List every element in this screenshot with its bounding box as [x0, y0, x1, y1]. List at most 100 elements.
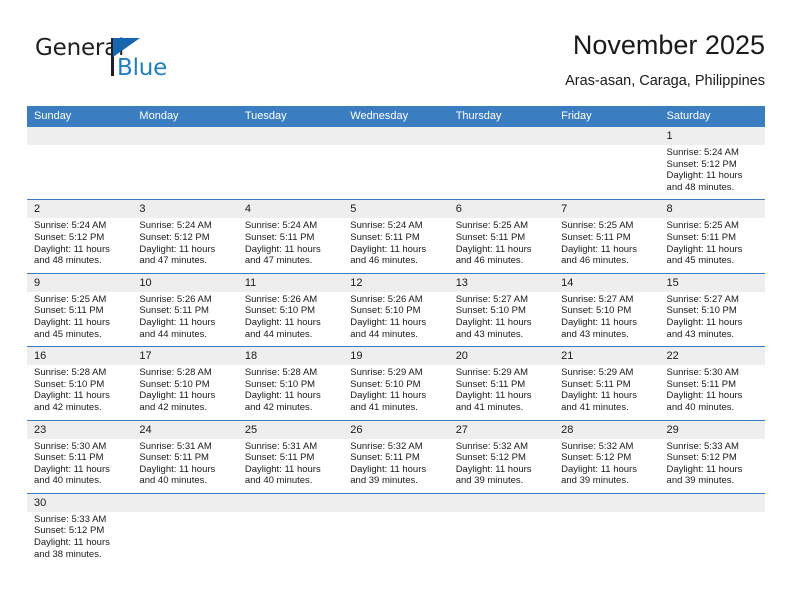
day-details: Sunrise: 5:27 AM Sunset: 5:10 PM Daylight:… [449, 292, 554, 346]
calendar-day-cell[interactable]: 11 Sunrise: 5:26 AM Sunset: 5:10 PM Dayligh… [237, 272, 344, 347]
day-number: 10 [132, 273, 238, 292]
day-details: Sunrise: 5:29 AM Sunset: 5:11 PM Daylight:… [554, 365, 659, 419]
calendar-day-cell[interactable]: 3 Sunrise: 5:24 AM Sunset: 5:12 PM Daylight… [132, 199, 238, 274]
sunset-text: Sunset: 5:11 PM [455, 378, 526, 390]
day-number [554, 127, 660, 145]
title-block: November 2025 Aras-asan, Caraga, Philipp… [565, 28, 765, 92]
calendar-day-cell[interactable]: 26 Sunrise: 5:32 AM Sunset: 5:11 PM Dayligh… [343, 419, 449, 494]
daylight-text-line2: and 43 minutes. [561, 328, 629, 340]
day-number: 28 [554, 420, 660, 439]
calendar-day-cell[interactable]: 13 Sunrise: 5:27 AM Sunset: 5:10 PM Dayligh… [448, 272, 555, 347]
daylight-text-line1: Daylight: 11 hours [139, 463, 216, 475]
calendar-day-cell[interactable]: 25 Sunrise: 5:31 AM Sunset: 5:11 PM Dayligh… [237, 419, 344, 494]
daylight-text-line1: Daylight: 11 hours [350, 243, 427, 255]
day-details [132, 145, 237, 195]
sunrise-text: Sunrise: 5:28 AM [34, 367, 107, 379]
calendar-day-cell[interactable]: 10 Sunrise: 5:26 AM Sunset: 5:11 PM Dayligh… [132, 272, 238, 347]
calendar-empty-cell [659, 492, 765, 572]
calendar-day-cell[interactable]: 29 Sunrise: 5:33 AM Sunset: 5:12 PM Dayligh… [659, 419, 765, 494]
sunset-text: Sunset: 5:11 PM [455, 231, 526, 243]
daylight-text-line2: and 40 minutes. [666, 401, 735, 413]
calendar-day-cell[interactable]: 28 Sunrise: 5:32 AM Sunset: 5:12 PM Dayligh… [554, 419, 660, 494]
day-number: 1 [659, 127, 765, 145]
calendar-day-cell[interactable]: 18 Sunrise: 5:28 AM Sunset: 5:10 PM Dayligh… [237, 346, 344, 420]
calendar-day-cell[interactable]: 8 Sunrise: 5:25 AM Sunset: 5:11 PM Daylight… [659, 199, 765, 274]
sunrise-text: Sunrise: 5:28 AM [139, 367, 212, 379]
day-number [27, 127, 133, 145]
calendar-day-cell[interactable]: 27 Sunrise: 5:32 AM Sunset: 5:12 PM Dayligh… [448, 419, 555, 494]
sunset-text: Sunset: 5:11 PM [350, 231, 420, 243]
daylight-text-line1: Daylight: 11 hours [561, 243, 637, 255]
sunset-text: Sunset: 5:11 PM [139, 452, 209, 464]
sunset-text: Sunset: 5:12 PM [666, 452, 737, 464]
calendar-day-cell[interactable]: 15 Sunrise: 5:27 AM Sunset: 5:10 PM Dayligh… [659, 272, 765, 347]
calendar-day-cell[interactable]: 2 Sunrise: 5:24 AM Sunset: 5:12 PM Daylight… [27, 199, 133, 274]
day-details: Sunrise: 5:33 AM Sunset: 5:12 PM Daylight:… [27, 512, 132, 566]
day-number: 6 [448, 200, 555, 219]
calendar-day-cell[interactable]: 19 Sunrise: 5:29 AM Sunset: 5:10 PM Dayligh… [343, 346, 449, 420]
daylight-text-line1: Daylight: 11 hours [350, 463, 427, 475]
calendar-day-cell[interactable]: 20 Sunrise: 5:29 AM Sunset: 5:11 PM Dayligh… [448, 346, 555, 420]
day-number: 20 [448, 347, 555, 366]
daylight-text-line2: and 38 minutes. [34, 548, 102, 560]
calendar-body: 1 Sunrise: 5:24 AM Sunset: 5:12 PM Daylight… [27, 125, 765, 572]
day-details: Sunrise: 5:29 AM Sunset: 5:11 PM Daylight:… [449, 365, 554, 419]
sunset-text: Sunset: 5:11 PM [561, 378, 631, 390]
sunset-text: Sunset: 5:10 PM [350, 378, 421, 390]
calendar-day-cell[interactable]: 21 Sunrise: 5:29 AM Sunset: 5:11 PM Dayligh… [554, 346, 660, 420]
daylight-text-line2: and 44 minutes. [350, 328, 418, 340]
sunrise-text: Sunrise: 5:27 AM [666, 293, 739, 305]
page-header: General Blue November 2025 Aras-asan, Ca… [27, 28, 765, 100]
daylight-text-line1: Daylight: 11 hours [34, 390, 110, 402]
calendar-day-cell[interactable]: 16 Sunrise: 5:28 AM Sunset: 5:10 PM Dayligh… [27, 346, 133, 420]
calendar-day-cell[interactable]: 5 Sunrise: 5:24 AM Sunset: 5:11 PM Daylight… [343, 199, 449, 274]
daylight-text-line1: Daylight: 11 hours [455, 390, 532, 402]
calendar-empty-cell [237, 125, 344, 200]
day-number [237, 127, 344, 145]
day-details: Sunrise: 5:24 AM Sunset: 5:12 PM Daylight:… [132, 218, 237, 272]
calendar-empty-cell [343, 125, 449, 200]
sunset-text: Sunset: 5:11 PM [139, 305, 209, 317]
daylight-text-line2: and 42 minutes. [244, 401, 313, 413]
calendar-day-cell[interactable]: 23 Sunrise: 5:30 AM Sunset: 5:11 PM Dayligh… [27, 419, 133, 494]
weekday-header-friday: Friday [554, 106, 660, 127]
daylight-text-line2: and 39 minutes. [666, 475, 735, 487]
calendar-day-cell[interactable]: 1 Sunrise: 5:24 AM Sunset: 5:12 PM Daylight… [659, 125, 765, 200]
calendar-page: General Blue November 2025 Aras-asan, Ca… [0, 0, 792, 612]
daylight-text-line2: and 41 minutes. [455, 401, 524, 413]
calendar-day-cell[interactable]: 24 Sunrise: 5:31 AM Sunset: 5:11 PM Dayligh… [132, 419, 238, 494]
day-number: 23 [27, 420, 133, 439]
sunset-text: Sunset: 5:11 PM [666, 231, 737, 243]
calendar-day-cell[interactable]: 4 Sunrise: 5:24 AM Sunset: 5:11 PM Daylight… [237, 199, 344, 274]
daylight-text-line1: Daylight: 11 hours [34, 463, 110, 475]
daylight-text-line2: and 47 minutes. [139, 255, 208, 267]
sunset-text: Sunset: 5:10 PM [139, 378, 210, 390]
calendar-day-cell[interactable]: 14 Sunrise: 5:27 AM Sunset: 5:10 PM Dayligh… [554, 272, 660, 347]
daylight-text-line2: and 39 minutes. [350, 475, 418, 487]
sunset-text: Sunset: 5:11 PM [561, 231, 631, 243]
calendar-day-cell[interactable]: 7 Sunrise: 5:25 AM Sunset: 5:11 PM Daylight… [554, 199, 660, 274]
calendar-day-cell[interactable]: 30 Sunrise: 5:33 AM Sunset: 5:12 PM Dayligh… [27, 492, 133, 572]
calendar-header-row: Sunday Monday Tuesday Wednesday Thursday… [27, 106, 765, 127]
weekday-header-saturday: Saturday [659, 106, 765, 127]
calendar-day-cell[interactable]: 9 Sunrise: 5:25 AM Sunset: 5:11 PM Daylight… [27, 272, 133, 347]
calendar-day-cell[interactable]: 12 Sunrise: 5:26 AM Sunset: 5:10 PM Dayligh… [343, 272, 449, 347]
daylight-text-line2: and 43 minutes. [666, 328, 735, 340]
day-details [554, 512, 659, 562]
calendar-day-cell[interactable]: 6 Sunrise: 5:25 AM Sunset: 5:11 PM Daylight… [448, 199, 555, 274]
day-details: Sunrise: 5:27 AM Sunset: 5:10 PM Daylight:… [660, 292, 765, 346]
calendar-day-cell[interactable]: 22 Sunrise: 5:30 AM Sunset: 5:11 PM Dayligh… [659, 346, 765, 420]
day-number [237, 493, 344, 512]
day-number: 7 [554, 200, 660, 219]
calendar-day-cell[interactable]: 17 Sunrise: 5:28 AM Sunset: 5:10 PM Dayligh… [132, 346, 238, 420]
sunrise-text: Sunrise: 5:32 AM [455, 440, 529, 452]
sunset-text: Sunset: 5:10 PM [244, 305, 316, 317]
general-blue-logo[interactable]: General Blue [35, 35, 265, 95]
day-details [449, 512, 554, 562]
sunset-text: Sunset: 5:10 PM [455, 305, 526, 317]
daylight-text-line1: Daylight: 11 hours [666, 243, 743, 255]
calendar-week-row: 23 Sunrise: 5:30 AM Sunset: 5:11 PM Dayligh… [27, 419, 765, 494]
daylight-text-line1: Daylight: 11 hours [455, 243, 532, 255]
day-details [132, 512, 237, 562]
sunset-text: Sunset: 5:10 PM [350, 305, 421, 317]
